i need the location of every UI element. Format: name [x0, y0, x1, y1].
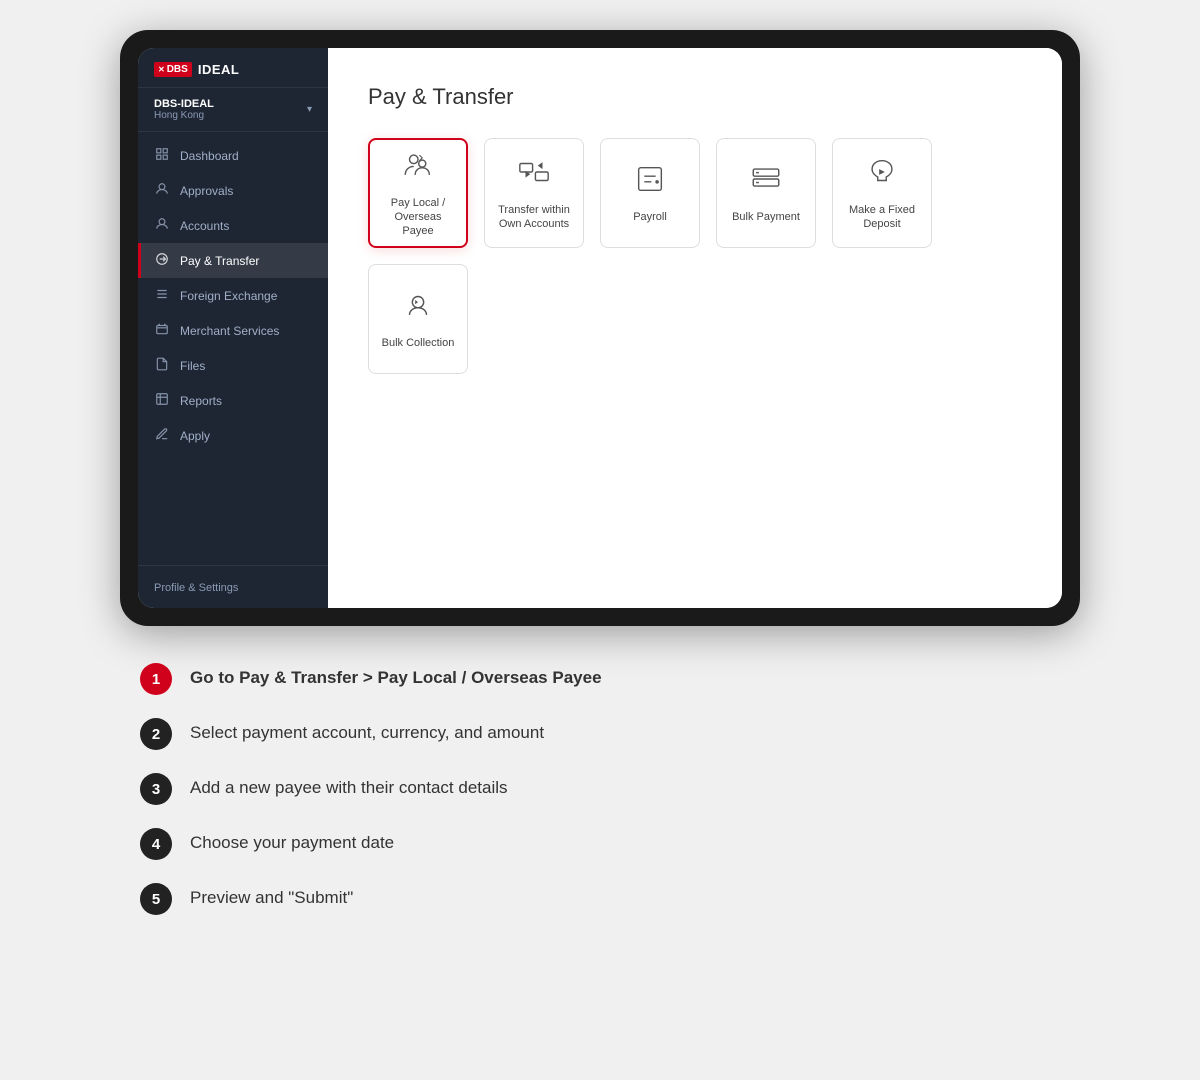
- instruction-text-1: Go to Pay & Transfer > Pay Local / Overs…: [190, 662, 602, 690]
- sidebar-item-pay-transfer[interactable]: Pay & Transfer: [138, 243, 328, 278]
- sidebar-item-apply[interactable]: Apply: [138, 418, 328, 453]
- sidebar-item-foreign-exchange[interactable]: Foreign Exchange: [138, 278, 328, 313]
- account-selector[interactable]: DBS-IDEAL Hong Kong ▾: [138, 88, 328, 132]
- card-payroll[interactable]: Payroll: [600, 138, 700, 248]
- sidebar-item-reports[interactable]: Reports: [138, 383, 328, 418]
- nav-icon-merchant-services: [154, 322, 170, 339]
- instruction-text-4: Choose your payment date: [190, 827, 394, 855]
- logo-dbs-text: DBS: [167, 64, 188, 75]
- step-badge-3: 3: [140, 773, 172, 805]
- card-icon-pay-local: [401, 148, 435, 186]
- sidebar-item-approvals[interactable]: Approvals: [138, 173, 328, 208]
- card-fixed-deposit[interactable]: Make a Fixed Deposit: [832, 138, 932, 248]
- nav-label-approvals: Approvals: [180, 184, 233, 198]
- sidebar-item-files[interactable]: Files: [138, 348, 328, 383]
- instruction-step-5: 5 Preview and "Submit": [140, 882, 1060, 915]
- card-label-pay-local: Pay Local /Overseas Payee: [378, 196, 458, 239]
- instruction-text-2: Select payment account, currency, and am…: [190, 717, 544, 745]
- card-transfer-own[interactable]: Transfer within Own Accounts: [484, 138, 584, 248]
- nav-label-foreign-exchange: Foreign Exchange: [180, 289, 277, 303]
- page-title: Pay & Transfer: [368, 84, 1022, 110]
- account-info: DBS-IDEAL Hong Kong: [154, 98, 214, 121]
- dbs-logo: ✕ DBS: [154, 62, 192, 77]
- instruction-step-4: 4 Choose your payment date: [140, 827, 1060, 860]
- tablet-screen: ✕ DBS IDEAL DBS-IDEAL Hong Kong ▾ Dashbo…: [138, 48, 1062, 608]
- nav-label-pay-transfer: Pay & Transfer: [180, 254, 259, 268]
- instructions-section: 1 Go to Pay & Transfer > Pay Local / Ove…: [120, 662, 1080, 937]
- profile-settings-link[interactable]: Profile & Settings: [154, 582, 238, 594]
- app-logo: ✕ DBS IDEAL: [138, 48, 328, 88]
- sidebar-footer: Profile & Settings: [138, 565, 328, 608]
- instruction-step-2: 2 Select payment account, currency, and …: [140, 717, 1060, 750]
- step-badge-1: 1: [140, 663, 172, 695]
- instruction-step-1: 1 Go to Pay & Transfer > Pay Local / Ove…: [140, 662, 1060, 695]
- nav-label-dashboard: Dashboard: [180, 149, 239, 163]
- nav-label-accounts: Accounts: [180, 219, 229, 233]
- sidebar: ✕ DBS IDEAL DBS-IDEAL Hong Kong ▾ Dashbo…: [138, 48, 328, 608]
- sidebar-item-accounts[interactable]: Accounts: [138, 208, 328, 243]
- nav-label-reports: Reports: [180, 394, 222, 408]
- step-badge-2: 2: [140, 718, 172, 750]
- card-bulk-collection[interactable]: Bulk Collection: [368, 264, 468, 374]
- ideal-text: IDEAL: [198, 62, 240, 77]
- sidebar-item-merchant-services[interactable]: Merchant Services: [138, 313, 328, 348]
- step-badge-4: 4: [140, 828, 172, 860]
- nav-icon-foreign-exchange: [154, 287, 170, 304]
- instruction-text-3: Add a new payee with their contact detai…: [190, 772, 508, 800]
- card-bulk-payment[interactable]: Bulk Payment: [716, 138, 816, 248]
- nav-icon-pay-transfer: [154, 252, 170, 269]
- account-region: Hong Kong: [154, 110, 214, 121]
- card-label-fixed-deposit: Make a Fixed Deposit: [841, 203, 923, 232]
- sidebar-nav: Dashboard Approvals Accounts Pay & Trans…: [138, 132, 328, 565]
- step-badge-5: 5: [140, 883, 172, 915]
- instruction-step-3: 3 Add a new payee with their contact det…: [140, 772, 1060, 805]
- tablet-device: ✕ DBS IDEAL DBS-IDEAL Hong Kong ▾ Dashbo…: [120, 30, 1080, 626]
- card-icon-payroll: [633, 162, 667, 200]
- nav-label-files: Files: [180, 359, 205, 373]
- card-icon-bulk-collection: [401, 288, 435, 326]
- nav-icon-files: [154, 357, 170, 374]
- nav-icon-reports: [154, 392, 170, 409]
- service-cards-grid: Pay Local /Overseas Payee Transfer withi…: [368, 138, 1022, 374]
- nav-icon-accounts: [154, 217, 170, 234]
- nav-icon-approvals: [154, 182, 170, 199]
- card-icon-transfer-own: [517, 155, 551, 193]
- nav-label-apply: Apply: [180, 429, 210, 443]
- sidebar-item-dashboard[interactable]: Dashboard: [138, 138, 328, 173]
- account-name: DBS-IDEAL: [154, 98, 214, 110]
- card-label-bulk-payment: Bulk Payment: [732, 210, 800, 224]
- card-pay-local[interactable]: Pay Local /Overseas Payee: [368, 138, 468, 248]
- card-label-transfer-own: Transfer within Own Accounts: [493, 203, 575, 232]
- nav-icon-dashboard: [154, 147, 170, 164]
- card-label-payroll: Payroll: [633, 210, 667, 224]
- logo-x: ✕: [158, 65, 165, 74]
- instruction-text-5: Preview and "Submit": [190, 882, 353, 910]
- card-label-bulk-collection: Bulk Collection: [382, 336, 455, 350]
- card-icon-bulk-payment: [749, 162, 783, 200]
- card-icon-fixed-deposit: [865, 155, 899, 193]
- nav-icon-apply: [154, 427, 170, 444]
- chevron-down-icon: ▾: [307, 104, 312, 115]
- main-content: Pay & Transfer Pay Local /Overseas Payee…: [328, 48, 1062, 608]
- nav-label-merchant-services: Merchant Services: [180, 324, 279, 338]
